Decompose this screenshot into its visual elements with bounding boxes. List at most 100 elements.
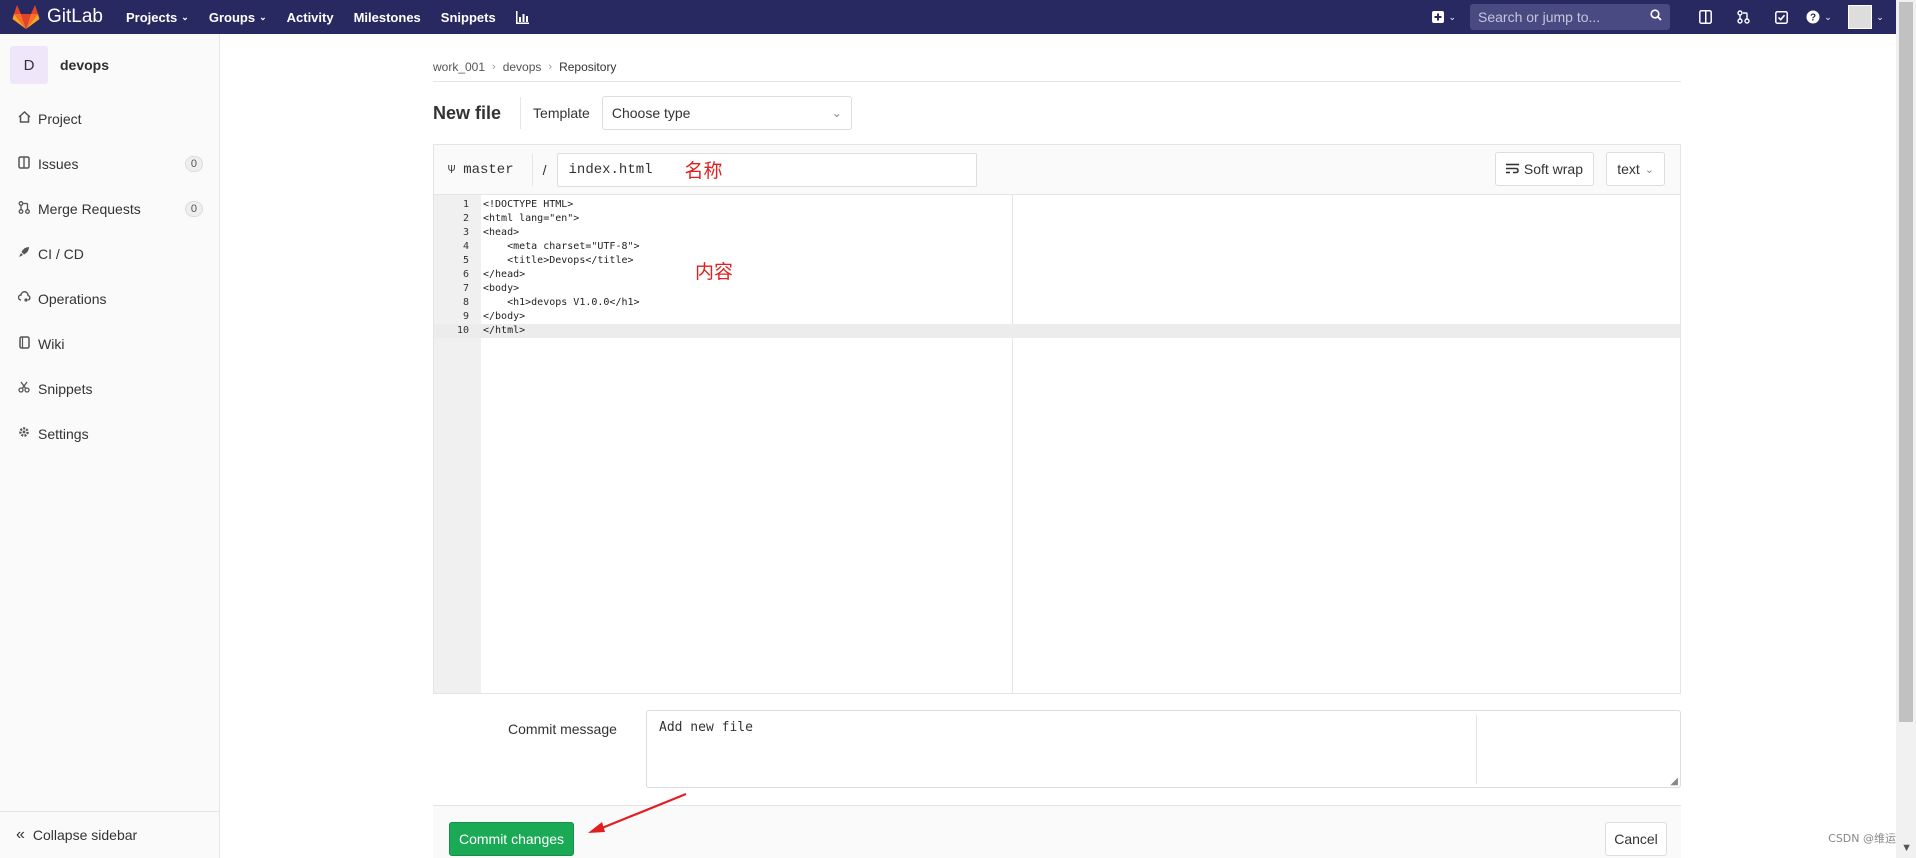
textarea-print-margin xyxy=(1476,714,1477,784)
sidebar-item-project[interactable]: Project xyxy=(0,96,219,141)
avatar xyxy=(1848,5,1873,29)
merge-requests-count-badge: 0 xyxy=(184,200,203,217)
gitlab-logo[interactable]: GitLab xyxy=(12,4,103,30)
search-icon xyxy=(1650,8,1662,26)
chevron-down-icon: ⌄ xyxy=(259,11,267,22)
line-number: 10 xyxy=(456,325,469,336)
line-text: <head> xyxy=(483,227,520,238)
editor-mode-select[interactable]: text ⌄ xyxy=(1606,152,1665,186)
line-number: 2 xyxy=(462,213,469,224)
user-avatar[interactable]: ⌄ xyxy=(1838,0,1888,34)
breadcrumb-item-group[interactable]: work_001 xyxy=(433,60,485,74)
annotation-arrow-icon xyxy=(588,792,687,833)
sidebar-item-label: Issues xyxy=(38,155,79,172)
sidebar-item-label: Snippets xyxy=(38,380,93,397)
sidebar-item-wiki[interactable]: Wiki xyxy=(0,321,219,366)
nav-milestones[interactable]: Milestones xyxy=(354,10,421,25)
editor-mode-value: text xyxy=(1617,161,1640,177)
file-header: New file Template Choose type ⌄ xyxy=(433,95,1681,131)
plus-square-icon[interactable]: ⌄ xyxy=(1432,11,1456,23)
sidebar-project-header[interactable]: D devops xyxy=(0,34,219,96)
brand-name: GitLab xyxy=(47,6,103,27)
sidebar-icon[interactable] xyxy=(1686,0,1724,34)
breadcrumb-item-current[interactable]: Repository xyxy=(559,60,616,74)
code-editor[interactable]: 1 <!DOCTYPE HTML> 2 <html lang="en"> 3 <head>… xyxy=(434,195,1680,693)
chevron-down-icon: ⌄ xyxy=(1876,11,1884,22)
scroll-down-arrow-icon[interactable]: ▼ xyxy=(1901,842,1912,854)
code-line: 9 </body> xyxy=(434,310,1680,324)
divider xyxy=(520,97,522,129)
collapse-sidebar-button[interactable]: « Collapse sidebar xyxy=(0,811,219,858)
page-scrollbar[interactable]: ▼ xyxy=(1896,0,1916,858)
nav-projects[interactable]: Projects ⌄ xyxy=(126,10,189,25)
line-text: <h1>devops V1.0.0</h1> xyxy=(483,297,640,308)
sidebar-item-snippets[interactable]: Snippets xyxy=(0,366,219,411)
chevron-right-icon: › xyxy=(492,60,496,73)
nav-snippets[interactable]: Snippets xyxy=(441,10,496,25)
issues-icon xyxy=(16,155,32,172)
path-separator: / xyxy=(542,161,547,178)
sidebar-item-label: Wiki xyxy=(38,335,65,352)
gitlab-tanuki-icon xyxy=(12,5,40,29)
branch-name: master xyxy=(463,161,514,178)
sidebar-item-label: Project xyxy=(38,110,82,127)
chevron-down-icon: ⌄ xyxy=(1824,11,1832,22)
scissors-icon xyxy=(16,381,32,396)
gear-icon xyxy=(16,426,32,441)
chevron-right-icon: › xyxy=(548,60,553,73)
soft-wrap-button[interactable]: Soft wrap xyxy=(1494,152,1594,186)
sidebar-item-merge-requests[interactable]: Merge Requests 0 xyxy=(0,186,219,231)
page-title: New file xyxy=(433,102,502,123)
code-line: 5 <title>Devops</title> xyxy=(434,254,1680,268)
book-icon xyxy=(16,335,32,352)
merge-request-icon xyxy=(16,200,32,217)
file-name-input[interactable]: index.html 名称 xyxy=(556,152,977,187)
nav-projects-label: Projects xyxy=(125,9,178,25)
cancel-button[interactable]: Cancel xyxy=(1605,822,1667,856)
todo-check-icon[interactable] xyxy=(1762,0,1800,34)
code-line: 1 <!DOCTYPE HTML> xyxy=(434,198,1680,212)
sidebar-item-operations[interactable]: Operations xyxy=(0,276,219,321)
nav-groups[interactable]: Groups ⌄ xyxy=(209,10,267,25)
filename-annotation: 名称 xyxy=(684,160,723,182)
top-navbar: GitLab Projects ⌄ Groups ⌄ Activity Milest… xyxy=(0,0,1916,34)
template-type-select[interactable]: Choose type ⌄ xyxy=(601,96,852,130)
sidebar-item-settings[interactable]: Settings xyxy=(0,411,219,456)
project-name: devops xyxy=(60,57,110,73)
sidebar-item-issues[interactable]: Issues 0 xyxy=(0,141,219,186)
nav-activity[interactable]: Activity xyxy=(287,10,334,25)
commit-message-input[interactable]: Add new file xyxy=(646,710,1681,788)
breadcrumb-item-project[interactable]: devops xyxy=(503,60,542,74)
editor-header: Ψ master / index.html 名称 Soft wrap text … xyxy=(434,145,1680,195)
line-number: 7 xyxy=(462,283,469,294)
nav-links: Projects ⌄ Groups ⌄ Activity Milestones Sn… xyxy=(126,10,549,25)
chart-icon[interactable] xyxy=(515,10,529,25)
commit-message-label: Commit message xyxy=(508,721,617,737)
watermark-text: CSDN @维运 xyxy=(1828,832,1896,845)
project-sidebar: D devops Project Issues 0 Merge Requests… xyxy=(0,34,220,858)
svg-text:?: ? xyxy=(1810,13,1816,24)
line-text: <body> xyxy=(483,283,520,294)
line-number: 1 xyxy=(462,199,469,210)
issues-count-badge: 0 xyxy=(184,155,203,172)
scrollbar-thumb[interactable] xyxy=(1899,2,1913,722)
divider xyxy=(531,153,533,186)
line-text: <meta charset="UTF-8"> xyxy=(483,241,640,252)
search-box[interactable] xyxy=(1470,4,1670,30)
resize-handle-icon[interactable]: ◢ xyxy=(1670,776,1678,787)
chevron-down-icon: ⌄ xyxy=(1448,11,1456,22)
commit-changes-button[interactable]: Commit changes xyxy=(449,822,574,856)
wrap-icon xyxy=(1505,162,1519,177)
commit-message-row: Commit message Add new file ◢ xyxy=(433,710,1681,790)
sidebar-item-ci-cd[interactable]: CI / CD xyxy=(0,231,219,276)
line-text: <html lang="en"> xyxy=(483,213,580,224)
merge-request-icon[interactable] xyxy=(1724,0,1762,34)
help-icon[interactable]: ? ⌄ xyxy=(1800,0,1838,34)
line-text: <!DOCTYPE HTML> xyxy=(483,199,574,210)
line-number: 6 xyxy=(462,269,469,280)
search-input[interactable] xyxy=(1478,9,1638,25)
line-text: </html> xyxy=(483,325,526,336)
line-number: 3 xyxy=(462,227,469,238)
line-text: </head> xyxy=(483,269,526,280)
line-number: 9 xyxy=(462,311,469,322)
